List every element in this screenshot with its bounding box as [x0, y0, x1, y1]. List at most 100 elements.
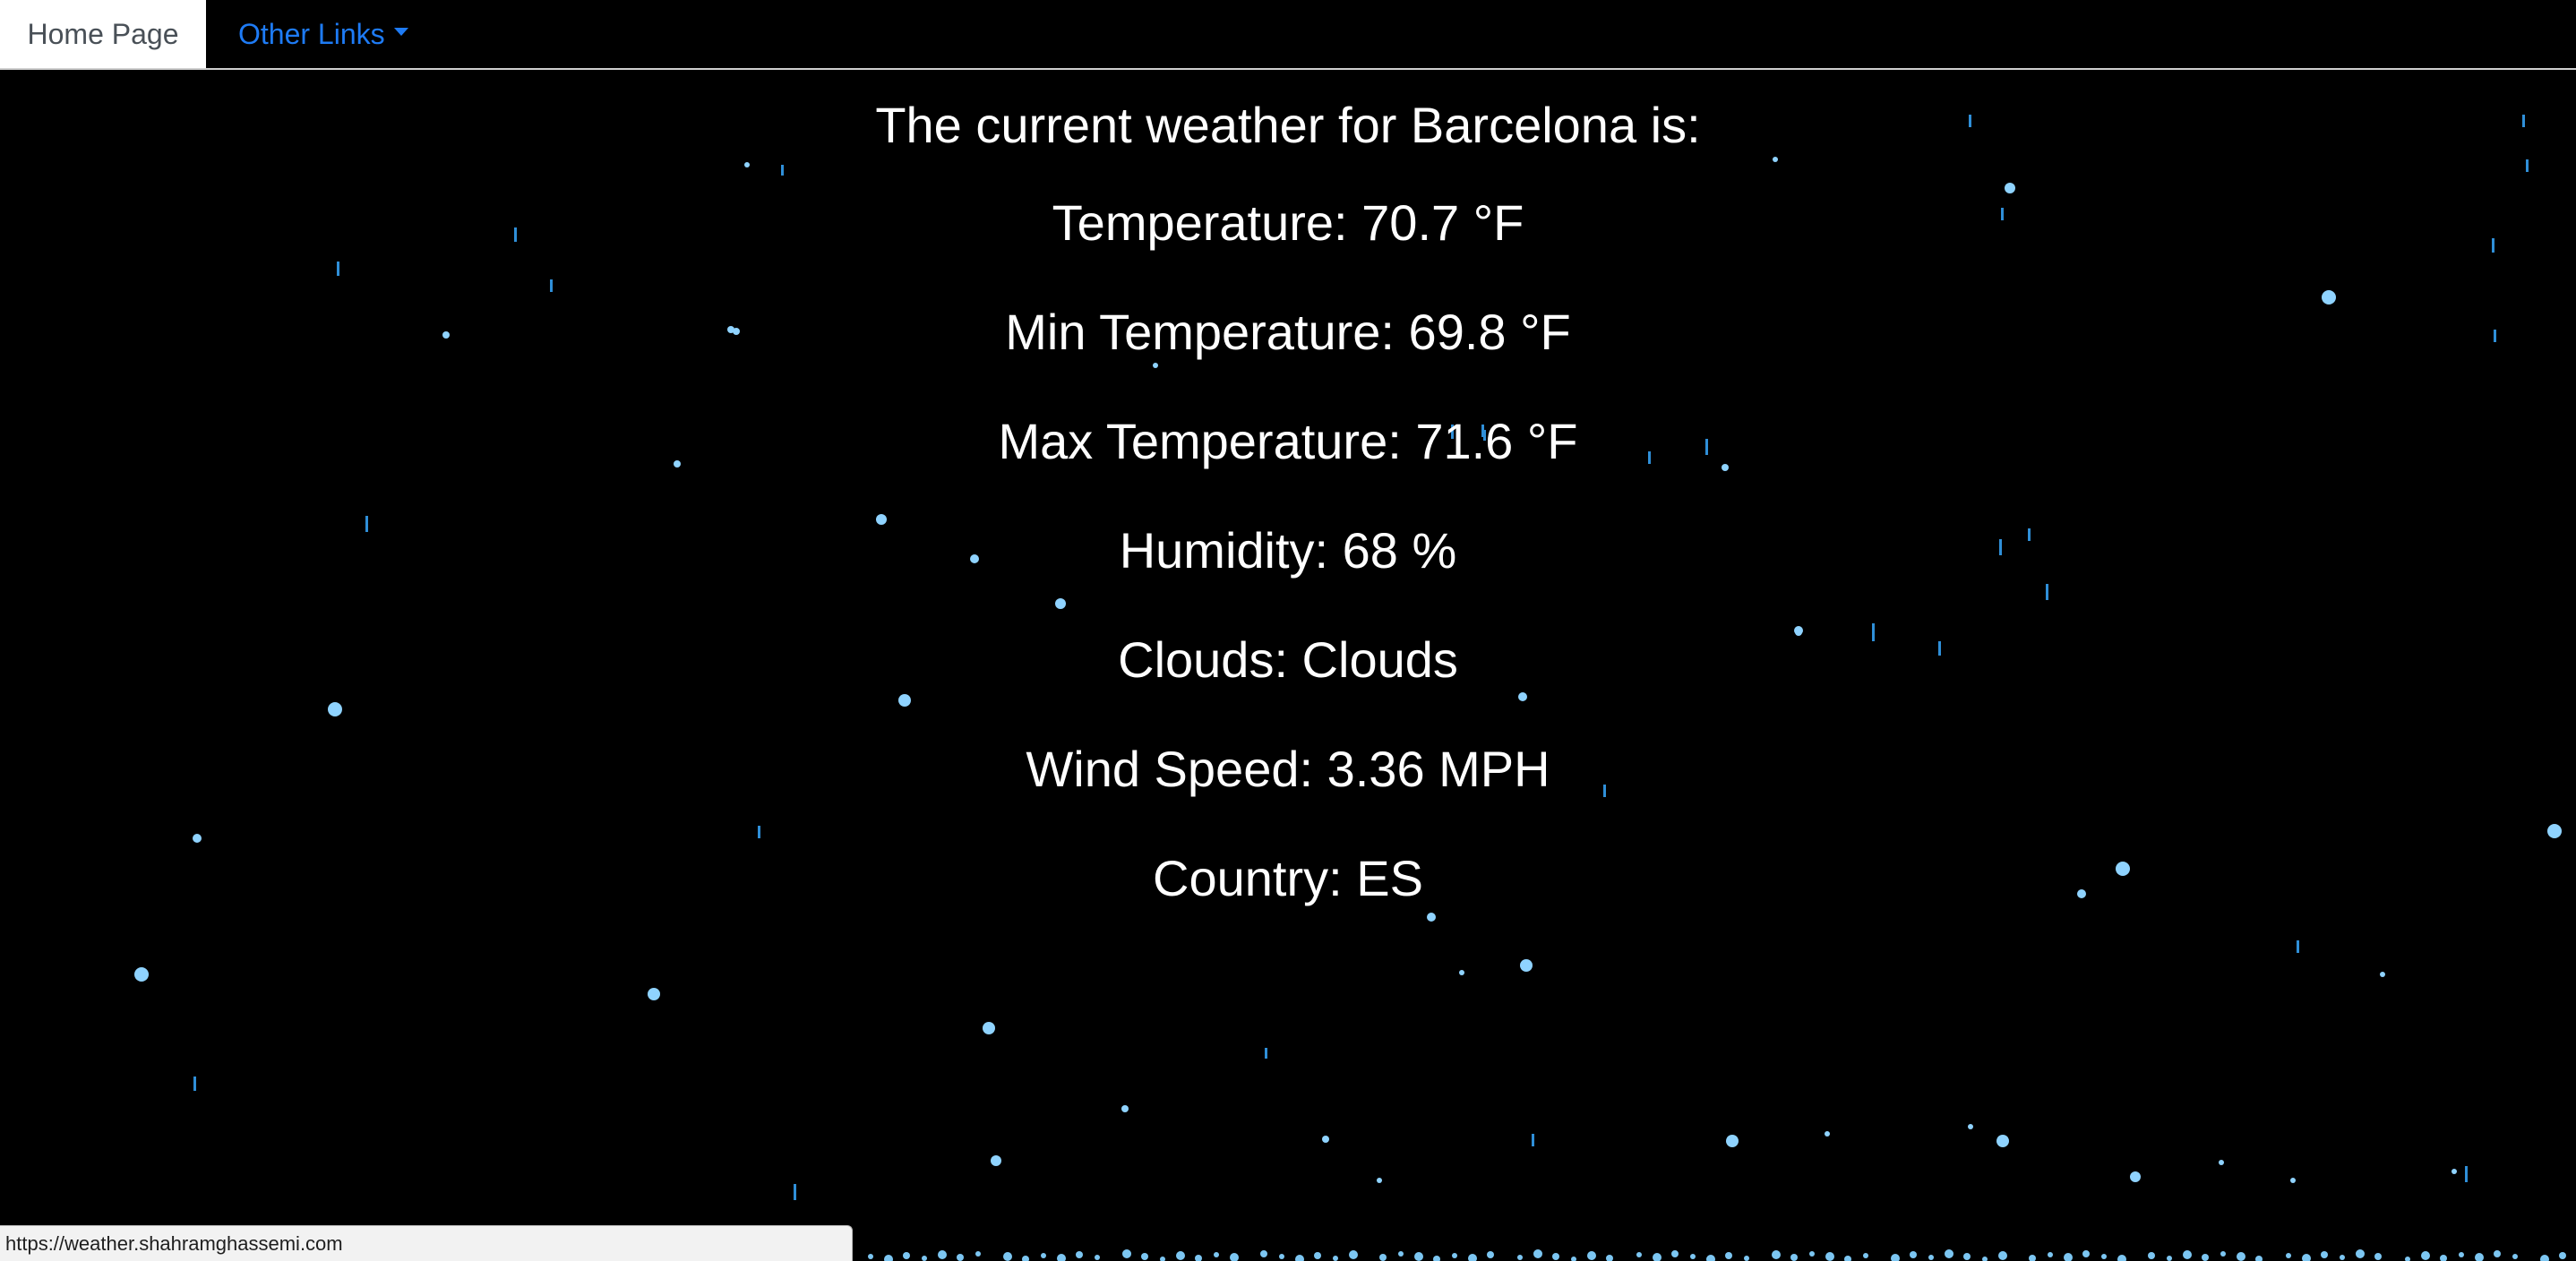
raindrop-dot [1377, 1178, 1382, 1183]
rain-splash [903, 1252, 910, 1259]
clouds-text: Clouds: Clouds [1118, 631, 1458, 688]
rain-splash [1295, 1255, 1304, 1261]
rain-splash [1279, 1254, 1284, 1259]
raindrop-dot [983, 1022, 995, 1034]
rain-streak [1265, 1048, 1267, 1059]
rain-splash [1076, 1251, 1083, 1258]
rain-splash [1552, 1253, 1559, 1260]
rain-splash [1003, 1252, 1012, 1261]
raindrop-dot [1520, 959, 1533, 972]
humidity-text: Humidity: 68 % [1119, 522, 1457, 579]
weather-heading: The current weather for Barcelona is: [875, 97, 1701, 153]
max-temperature-text: Max Temperature: 71.6 °F [998, 413, 1578, 469]
rain-splash [1910, 1251, 1917, 1258]
rain-splash [2220, 1251, 2226, 1257]
rain-splash [1230, 1253, 1239, 1261]
rain-splash [1772, 1250, 1781, 1259]
rain-splash [2559, 1252, 2566, 1259]
rain-splash [1744, 1256, 1749, 1261]
rain-splash [1260, 1250, 1267, 1257]
rain-splash [2286, 1253, 2291, 1258]
raindrop-dot [2130, 1171, 2141, 1182]
page: Home Page Other Links The current weathe… [0, 0, 2576, 1261]
rain-splash [2117, 1255, 2126, 1261]
raindrop-dot [1996, 1135, 2009, 1147]
rain-splash [2440, 1255, 2447, 1261]
min-temperature-text: Min Temperature: 69.8 °F [1005, 304, 1571, 360]
rain-splash [1349, 1250, 1358, 1259]
rain-splash [868, 1254, 873, 1259]
raindrop-dot [2380, 972, 2385, 977]
rain-splash [1176, 1251, 1185, 1260]
rain-splash [2494, 1250, 2501, 1257]
rain-streak [1532, 1134, 1534, 1146]
rain-splash [1587, 1251, 1596, 1260]
caret-down-icon [393, 27, 408, 36]
rain-splash [1398, 1251, 1404, 1257]
raindrop-dot [1322, 1136, 1329, 1143]
home-page-tab-label: Home Page [27, 17, 179, 50]
rain-splash [1122, 1249, 1131, 1258]
rain-splash [1653, 1253, 1662, 1261]
rain-splash [2540, 1255, 2549, 1261]
rain-splash [1571, 1257, 1576, 1261]
rain-splash [2148, 1252, 2155, 1259]
rain-splash [938, 1250, 947, 1259]
rain-splash [2374, 1253, 2382, 1260]
rain-splash [1452, 1253, 1457, 1258]
rain-splash [2101, 1254, 2107, 1259]
rain-splash [2255, 1256, 2263, 1261]
rain-splash [2302, 1254, 2311, 1261]
rain-splash [1809, 1251, 1815, 1257]
rain-streak [794, 1184, 796, 1200]
rain-splash [2237, 1252, 2245, 1261]
rain-splash [2356, 1249, 2365, 1258]
rain-splash [1790, 1254, 1798, 1261]
temperature-text: Temperature: 70.7 °F [1052, 194, 1524, 251]
rain-splash [1314, 1252, 1321, 1259]
rain-splash [2183, 1250, 2192, 1259]
rain-splash [1333, 1256, 1338, 1261]
raindrop-dot [1726, 1135, 1739, 1147]
rain-splash [957, 1254, 964, 1261]
raindrop-dot [134, 967, 149, 982]
rain-splash [1998, 1251, 2007, 1260]
rain-splash [975, 1251, 981, 1257]
rain-splash [922, 1256, 927, 1261]
rain-splash [1636, 1252, 1642, 1257]
rain-splash [1863, 1253, 1868, 1258]
rain-splash [2082, 1250, 2090, 1257]
raindrop-dot [1825, 1131, 1830, 1137]
wind-speed-text: Wind Speed: 3.36 MPH [1026, 741, 1550, 797]
rain-splash [1095, 1255, 1100, 1260]
raindrop-dot [2219, 1160, 2224, 1165]
raindrop-dot [1968, 1124, 1973, 1129]
rain-splash [2064, 1253, 2073, 1261]
rain-splash [1433, 1256, 1440, 1261]
rain-splash [1057, 1254, 1066, 1261]
rain-splash [1041, 1253, 1046, 1258]
rain-splash [1671, 1250, 1679, 1257]
other-links-dropdown[interactable]: Other Links [206, 0, 408, 68]
rain-splash [1533, 1249, 1542, 1258]
raindrop-dot [648, 988, 660, 1000]
rain-streak [2297, 940, 2299, 953]
rain-splash [1928, 1255, 1934, 1260]
raindrop-dot [991, 1155, 1001, 1166]
rain-splash [1195, 1255, 1202, 1261]
home-page-tab[interactable]: Home Page [0, 0, 206, 68]
top-navbar: Home Page Other Links [0, 0, 2576, 70]
rain-splash [1825, 1252, 1834, 1261]
weather-report: The current weather for Barcelona is: Te… [0, 70, 2576, 933]
rain-splash [1141, 1253, 1148, 1260]
rain-splash [2475, 1253, 2484, 1261]
raindrop-dot [2451, 1169, 2457, 1174]
rain-splash [1487, 1251, 1494, 1258]
rain-splash [1606, 1255, 1613, 1261]
rain-splash [1517, 1255, 1523, 1260]
rain-splash [2048, 1252, 2053, 1257]
rain-splash [2167, 1256, 2172, 1261]
status-bar-url: https://weather.shahramghassemi.com [0, 1225, 853, 1261]
rain-splash [2029, 1255, 2036, 1261]
raindrop-dot [2290, 1178, 2296, 1183]
